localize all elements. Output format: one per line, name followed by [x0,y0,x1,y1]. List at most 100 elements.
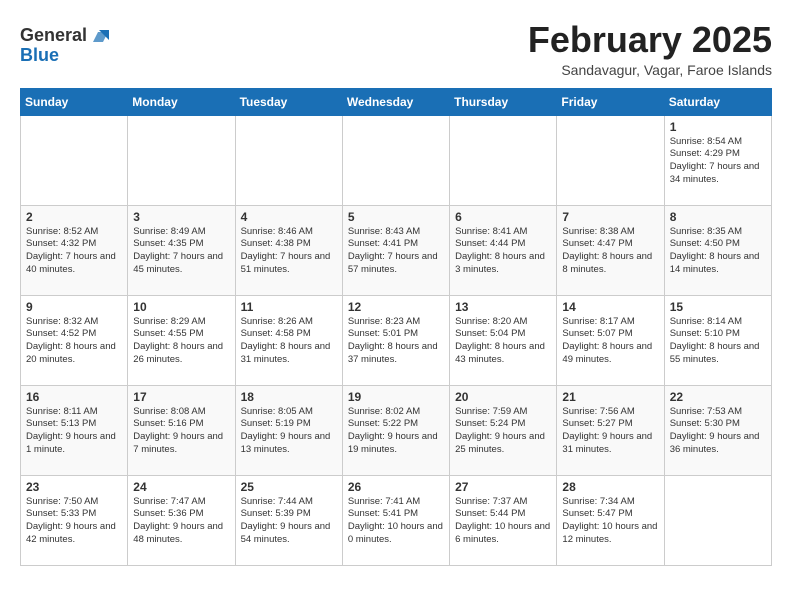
day-number: 11 [241,300,337,314]
title-block: February 2025 Sandavagur, Vagar, Faroe I… [528,20,772,78]
table-row: 8 Sunrise: 8:35 AM Sunset: 4:50 PM Daylig… [664,205,771,295]
day-number: 8 [670,210,766,224]
day-info: Sunrise: 7:50 AM Sunset: 5:33 PM Dayligh… [26,496,122,547]
day-number: 4 [241,210,337,224]
table-row: 6 Sunrise: 8:41 AM Sunset: 4:44 PM Daylig… [450,205,557,295]
day-info: Sunrise: 8:46 AM Sunset: 4:38 PM Dayligh… [241,226,337,277]
day-info: Sunrise: 8:29 AM Sunset: 4:55 PM Dayligh… [133,316,229,367]
table-row: 24 Sunrise: 7:47 AM Sunset: 5:36 PM Dayli… [128,475,235,565]
day-number: 22 [670,390,766,404]
table-row: 2 Sunrise: 8:52 AM Sunset: 4:32 PM Daylig… [21,205,128,295]
day-info: Sunrise: 8:52 AM Sunset: 4:32 PM Dayligh… [26,226,122,277]
day-info: Sunrise: 7:34 AM Sunset: 5:47 PM Dayligh… [562,496,658,547]
table-row: 22 Sunrise: 7:53 AM Sunset: 5:30 PM Dayli… [664,385,771,475]
table-row [21,115,128,205]
day-info: Sunrise: 8:08 AM Sunset: 5:16 PM Dayligh… [133,406,229,457]
table-row [128,115,235,205]
day-number: 14 [562,300,658,314]
day-number: 6 [455,210,551,224]
day-number: 26 [348,480,444,494]
table-row: 12 Sunrise: 8:23 AM Sunset: 5:01 PM Dayli… [342,295,449,385]
calendar-title: February 2025 [528,20,772,60]
day-info: Sunrise: 8:20 AM Sunset: 5:04 PM Dayligh… [455,316,551,367]
day-number: 18 [241,390,337,404]
header-thursday: Thursday [450,88,557,115]
day-info: Sunrise: 8:35 AM Sunset: 4:50 PM Dayligh… [670,226,766,277]
table-row [450,115,557,205]
day-number: 19 [348,390,444,404]
day-info: Sunrise: 7:59 AM Sunset: 5:24 PM Dayligh… [455,406,551,457]
day-number: 5 [348,210,444,224]
day-info: Sunrise: 8:17 AM Sunset: 5:07 PM Dayligh… [562,316,658,367]
calendar-week-row: 16 Sunrise: 8:11 AM Sunset: 5:13 PM Dayli… [21,385,772,475]
table-row: 23 Sunrise: 7:50 AM Sunset: 5:33 PM Dayli… [21,475,128,565]
table-row: 26Sunrise: 7:41 AM Sunset: 5:41 PM Dayli… [342,475,449,565]
day-info: Sunrise: 8:54 AM Sunset: 4:29 PM Dayligh… [670,136,766,187]
day-info: Sunrise: 7:44 AM Sunset: 5:39 PM Dayligh… [241,496,337,547]
header-saturday: Saturday [664,88,771,115]
day-number: 2 [26,210,122,224]
day-number: 23 [26,480,122,494]
table-row: 19 Sunrise: 8:02 AM Sunset: 5:22 PM Dayli… [342,385,449,475]
day-info: Sunrise: 8:14 AM Sunset: 5:10 PM Dayligh… [670,316,766,367]
day-number: 12 [348,300,444,314]
table-row: 15 Sunrise: 8:14 AM Sunset: 5:10 PM Dayli… [664,295,771,385]
table-row: 27Sunrise: 7:37 AM Sunset: 5:44 PM Dayli… [450,475,557,565]
table-row: 28 Sunrise: 7:34 AM Sunset: 5:47 PM Dayli… [557,475,664,565]
table-row: 13 Sunrise: 8:20 AM Sunset: 5:04 PM Dayli… [450,295,557,385]
table-row: 11Sunrise: 8:26 AM Sunset: 4:58 PM Dayli… [235,295,342,385]
table-row: 25Sunrise: 7:44 AM Sunset: 5:39 PM Dayli… [235,475,342,565]
day-number: 10 [133,300,229,314]
day-number: 21 [562,390,658,404]
table-row: 20Sunrise: 7:59 AM Sunset: 5:24 PM Dayli… [450,385,557,475]
calendar-week-row: 9 Sunrise: 8:32 AM Sunset: 4:52 PM Daylig… [21,295,772,385]
table-row: 10 Sunrise: 8:29 AM Sunset: 4:55 PM Dayli… [128,295,235,385]
day-number: 24 [133,480,229,494]
day-number: 17 [133,390,229,404]
day-info: Sunrise: 8:32 AM Sunset: 4:52 PM Dayligh… [26,316,122,367]
table-row: 9 Sunrise: 8:32 AM Sunset: 4:52 PM Daylig… [21,295,128,385]
day-number: 28 [562,480,658,494]
day-info: Sunrise: 7:56 AM Sunset: 5:27 PM Dayligh… [562,406,658,457]
table-row: 17 Sunrise: 8:08 AM Sunset: 5:16 PM Dayli… [128,385,235,475]
day-info: Sunrise: 7:47 AM Sunset: 5:36 PM Dayligh… [133,496,229,547]
day-number: 1 [670,120,766,134]
weekday-header-row: Sunday Monday Tuesday Wednesday Thursday… [21,88,772,115]
day-info: Sunrise: 8:05 AM Sunset: 5:19 PM Dayligh… [241,406,337,457]
table-row [557,115,664,205]
header-wednesday: Wednesday [342,88,449,115]
day-info: Sunrise: 8:49 AM Sunset: 4:35 PM Dayligh… [133,226,229,277]
table-row: 3 Sunrise: 8:49 AM Sunset: 4:35 PM Daylig… [128,205,235,295]
logo: General Blue [20,24,111,66]
calendar-table: Sunday Monday Tuesday Wednesday Thursday… [20,88,772,566]
header-monday: Monday [128,88,235,115]
header-tuesday: Tuesday [235,88,342,115]
table-row [664,475,771,565]
table-row: 7Sunrise: 8:38 AM Sunset: 4:47 PM Daylig… [557,205,664,295]
day-number: 7 [562,210,658,224]
header-sunday: Sunday [21,88,128,115]
calendar-week-row: 23 Sunrise: 7:50 AM Sunset: 5:33 PM Dayli… [21,475,772,565]
table-row: 1 Sunrise: 8:54 AM Sunset: 4:29 PM Daylig… [664,115,771,205]
logo-blue-text: Blue [20,45,59,65]
header: General Blue February 2025 Sandavagur, V… [20,20,772,78]
day-info: Sunrise: 8:02 AM Sunset: 5:22 PM Dayligh… [348,406,444,457]
calendar-week-row: 1 Sunrise: 8:54 AM Sunset: 4:29 PM Daylig… [21,115,772,205]
calendar-subtitle: Sandavagur, Vagar, Faroe Islands [528,62,772,78]
day-info: Sunrise: 8:11 AM Sunset: 5:13 PM Dayligh… [26,406,122,457]
day-info: Sunrise: 8:23 AM Sunset: 5:01 PM Dayligh… [348,316,444,367]
day-info: Sunrise: 8:41 AM Sunset: 4:44 PM Dayligh… [455,226,551,277]
day-info: Sunrise: 7:53 AM Sunset: 5:30 PM Dayligh… [670,406,766,457]
day-info: Sunrise: 7:37 AM Sunset: 5:44 PM Dayligh… [455,496,551,547]
day-number: 15 [670,300,766,314]
day-number: 3 [133,210,229,224]
day-info: Sunrise: 8:43 AM Sunset: 4:41 PM Dayligh… [348,226,444,277]
day-number: 16 [26,390,122,404]
table-row: 16 Sunrise: 8:11 AM Sunset: 5:13 PM Dayli… [21,385,128,475]
day-number: 9 [26,300,122,314]
table-row [235,115,342,205]
day-number: 13 [455,300,551,314]
logo-icon [89,24,111,46]
header-friday: Friday [557,88,664,115]
table-row: 5 Sunrise: 8:43 AM Sunset: 4:41 PM Daylig… [342,205,449,295]
